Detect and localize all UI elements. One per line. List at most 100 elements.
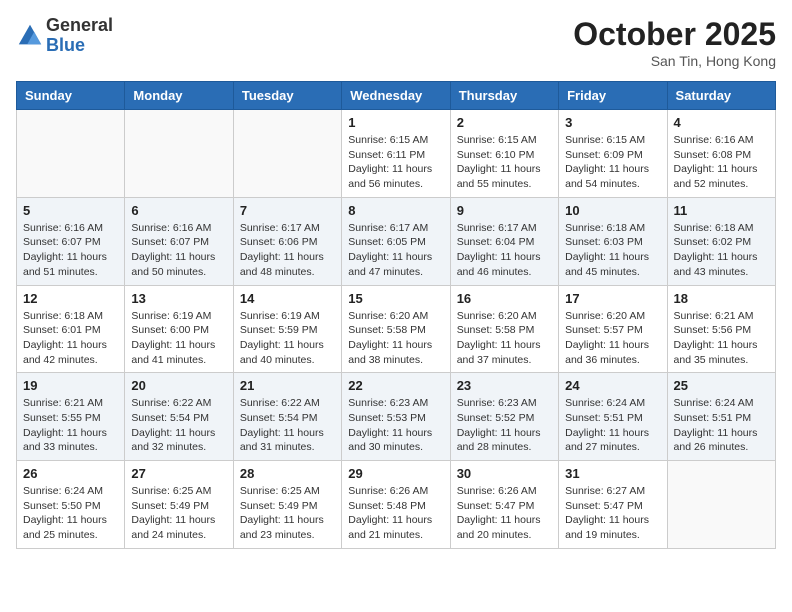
day-number: 23 bbox=[457, 378, 552, 393]
calendar-cell: 1Sunrise: 6:15 AM Sunset: 6:11 PM Daylig… bbox=[342, 110, 450, 198]
logo-blue-text: Blue bbox=[46, 36, 113, 56]
calendar-cell bbox=[125, 110, 233, 198]
day-info: Sunrise: 6:20 AM Sunset: 5:58 PM Dayligh… bbox=[457, 309, 552, 368]
logo-general-text: General bbox=[46, 16, 113, 36]
calendar-cell: 9 Sunrise: 6:17 AM Sunset: 6:04 PM Daylig… bbox=[450, 197, 558, 285]
day-info: Sunrise: 6:23 AM Sunset: 5:53 PM Dayligh… bbox=[348, 396, 443, 455]
day-number: 6 bbox=[131, 203, 226, 218]
calendar-cell: 15 Sunrise: 6:20 AM Sunset: 5:58 PM Dayli… bbox=[342, 285, 450, 373]
day-info: Sunrise: 6:23 AM Sunset: 5:52 PM Dayligh… bbox=[457, 396, 552, 455]
day-info: Sunrise: 6:25 AM Sunset: 5:49 PM Dayligh… bbox=[240, 484, 335, 543]
day-info: Sunrise: 6:20 AM Sunset: 5:58 PM Dayligh… bbox=[348, 309, 443, 368]
day-info: Sunrise: 6:22 AM Sunset: 5:54 PM Dayligh… bbox=[240, 396, 335, 455]
day-info: Sunrise: 6:19 AM Sunset: 6:00 PM Dayligh… bbox=[131, 309, 226, 368]
day-header-tuesday: Tuesday bbox=[233, 82, 341, 110]
day-number: 8 bbox=[348, 203, 443, 218]
calendar-cell: 20 Sunrise: 6:22 AM Sunset: 5:54 PM Dayli… bbox=[125, 373, 233, 461]
day-number: 9 bbox=[457, 203, 552, 218]
logo-icon bbox=[16, 22, 44, 50]
day-number: 18 bbox=[674, 291, 769, 306]
day-info: Sunrise: 6:25 AM Sunset: 5:49 PM Dayligh… bbox=[131, 484, 226, 543]
day-info: Sunrise: 6:18 AM Sunset: 6:02 PM Dayligh… bbox=[674, 221, 769, 280]
day-info: Sunrise: 6:18 AM Sunset: 6:01 PM Dayligh… bbox=[23, 309, 118, 368]
title-section: October 2025 San Tin, Hong Kong bbox=[573, 16, 776, 69]
day-number: 15 bbox=[348, 291, 443, 306]
calendar-cell: 17 Sunrise: 6:20 AM Sunset: 5:57 PM Dayli… bbox=[559, 285, 667, 373]
day-number: 30 bbox=[457, 466, 552, 481]
page-header: General Blue October 2025 San Tin, Hong … bbox=[16, 16, 776, 69]
day-header-saturday: Saturday bbox=[667, 82, 775, 110]
calendar-cell bbox=[17, 110, 125, 198]
day-header-sunday: Sunday bbox=[17, 82, 125, 110]
day-info: Sunrise: 6:26 AM Sunset: 5:48 PM Dayligh… bbox=[348, 484, 443, 543]
day-header-thursday: Thursday bbox=[450, 82, 558, 110]
day-number: 20 bbox=[131, 378, 226, 393]
calendar-cell: 6 Sunrise: 6:16 AM Sunset: 6:07 PM Daylig… bbox=[125, 197, 233, 285]
day-number: 22 bbox=[348, 378, 443, 393]
calendar-cell: 12 Sunrise: 6:18 AM Sunset: 6:01 PM Dayli… bbox=[17, 285, 125, 373]
calendar-week-3: 12 Sunrise: 6:18 AM Sunset: 6:01 PM Dayli… bbox=[17, 285, 776, 373]
calendar-cell: 27 Sunrise: 6:25 AM Sunset: 5:49 PM Dayli… bbox=[125, 461, 233, 549]
day-number: 28 bbox=[240, 466, 335, 481]
calendar-cell: 21 Sunrise: 6:22 AM Sunset: 5:54 PM Dayli… bbox=[233, 373, 341, 461]
day-number: 11 bbox=[674, 203, 769, 218]
calendar-cell: 7 Sunrise: 6:17 AM Sunset: 6:06 PM Daylig… bbox=[233, 197, 341, 285]
day-info: Sunrise: 6:17 AM Sunset: 6:05 PM Dayligh… bbox=[348, 221, 443, 280]
month-title: October 2025 bbox=[573, 16, 776, 53]
calendar-cell: 16Sunrise: 6:20 AM Sunset: 5:58 PM Dayli… bbox=[450, 285, 558, 373]
day-number: 10 bbox=[565, 203, 660, 218]
calendar-week-1: 1Sunrise: 6:15 AM Sunset: 6:11 PM Daylig… bbox=[17, 110, 776, 198]
calendar-cell: 10Sunrise: 6:18 AM Sunset: 6:03 PM Dayli… bbox=[559, 197, 667, 285]
day-info: Sunrise: 6:15 AM Sunset: 6:09 PM Dayligh… bbox=[565, 133, 660, 192]
day-number: 25 bbox=[674, 378, 769, 393]
calendar-cell: 25Sunrise: 6:24 AM Sunset: 5:51 PM Dayli… bbox=[667, 373, 775, 461]
day-info: Sunrise: 6:16 AM Sunset: 6:07 PM Dayligh… bbox=[131, 221, 226, 280]
day-info: Sunrise: 6:15 AM Sunset: 6:11 PM Dayligh… bbox=[348, 133, 443, 192]
day-info: Sunrise: 6:21 AM Sunset: 5:56 PM Dayligh… bbox=[674, 309, 769, 368]
calendar-cell bbox=[233, 110, 341, 198]
calendar-body: 1Sunrise: 6:15 AM Sunset: 6:11 PM Daylig… bbox=[17, 110, 776, 549]
day-info: Sunrise: 6:16 AM Sunset: 6:08 PM Dayligh… bbox=[674, 133, 769, 192]
day-number: 5 bbox=[23, 203, 118, 218]
calendar-cell: 14Sunrise: 6:19 AM Sunset: 5:59 PM Dayli… bbox=[233, 285, 341, 373]
day-number: 13 bbox=[131, 291, 226, 306]
calendar-cell: 29 Sunrise: 6:26 AM Sunset: 5:48 PM Dayli… bbox=[342, 461, 450, 549]
calendar-week-4: 19 Sunrise: 6:21 AM Sunset: 5:55 PM Dayli… bbox=[17, 373, 776, 461]
day-number: 4 bbox=[674, 115, 769, 130]
calendar-week-5: 26Sunrise: 6:24 AM Sunset: 5:50 PM Dayli… bbox=[17, 461, 776, 549]
day-number: 26 bbox=[23, 466, 118, 481]
day-number: 19 bbox=[23, 378, 118, 393]
calendar-cell: 24Sunrise: 6:24 AM Sunset: 5:51 PM Dayli… bbox=[559, 373, 667, 461]
day-number: 27 bbox=[131, 466, 226, 481]
day-info: Sunrise: 6:20 AM Sunset: 5:57 PM Dayligh… bbox=[565, 309, 660, 368]
day-info: Sunrise: 6:26 AM Sunset: 5:47 PM Dayligh… bbox=[457, 484, 552, 543]
day-info: Sunrise: 6:27 AM Sunset: 5:47 PM Dayligh… bbox=[565, 484, 660, 543]
calendar-cell: 31Sunrise: 6:27 AM Sunset: 5:47 PM Dayli… bbox=[559, 461, 667, 549]
calendar-cell: 13 Sunrise: 6:19 AM Sunset: 6:00 PM Dayli… bbox=[125, 285, 233, 373]
day-info: Sunrise: 6:17 AM Sunset: 6:06 PM Dayligh… bbox=[240, 221, 335, 280]
day-number: 17 bbox=[565, 291, 660, 306]
logo: General Blue bbox=[16, 16, 113, 56]
location-subtitle: San Tin, Hong Kong bbox=[573, 53, 776, 69]
day-info: Sunrise: 6:19 AM Sunset: 5:59 PM Dayligh… bbox=[240, 309, 335, 368]
day-number: 7 bbox=[240, 203, 335, 218]
day-header-monday: Monday bbox=[125, 82, 233, 110]
day-number: 3 bbox=[565, 115, 660, 130]
day-number: 2 bbox=[457, 115, 552, 130]
day-number: 12 bbox=[23, 291, 118, 306]
day-info: Sunrise: 6:21 AM Sunset: 5:55 PM Dayligh… bbox=[23, 396, 118, 455]
day-number: 21 bbox=[240, 378, 335, 393]
calendar-cell: 30 Sunrise: 6:26 AM Sunset: 5:47 PM Dayli… bbox=[450, 461, 558, 549]
calendar-cell: 22 Sunrise: 6:23 AM Sunset: 5:53 PM Dayli… bbox=[342, 373, 450, 461]
calendar-cell bbox=[667, 461, 775, 549]
day-info: Sunrise: 6:15 AM Sunset: 6:10 PM Dayligh… bbox=[457, 133, 552, 192]
day-header-wednesday: Wednesday bbox=[342, 82, 450, 110]
day-number: 29 bbox=[348, 466, 443, 481]
calendar-cell: 23 Sunrise: 6:23 AM Sunset: 5:52 PM Dayli… bbox=[450, 373, 558, 461]
calendar-table: SundayMondayTuesdayWednesdayThursdayFrid… bbox=[16, 81, 776, 549]
calendar-header: SundayMondayTuesdayWednesdayThursdayFrid… bbox=[17, 82, 776, 110]
day-info: Sunrise: 6:22 AM Sunset: 5:54 PM Dayligh… bbox=[131, 396, 226, 455]
day-info: Sunrise: 6:17 AM Sunset: 6:04 PM Dayligh… bbox=[457, 221, 552, 280]
day-info: Sunrise: 6:24 AM Sunset: 5:51 PM Dayligh… bbox=[565, 396, 660, 455]
calendar-cell: 28 Sunrise: 6:25 AM Sunset: 5:49 PM Dayli… bbox=[233, 461, 341, 549]
